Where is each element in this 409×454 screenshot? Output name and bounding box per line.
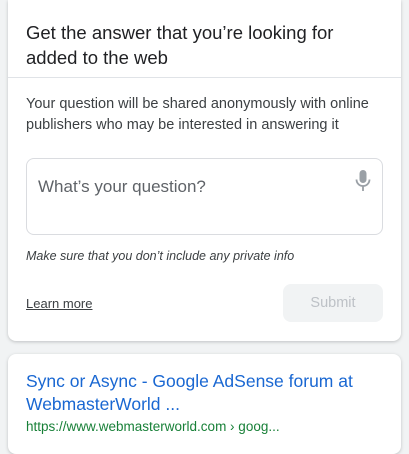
question-input[interactable] bbox=[27, 159, 382, 203]
submit-button[interactable]: Submit bbox=[283, 284, 383, 322]
ask-question-card: Get the answer that you’re looking for a… bbox=[8, 0, 401, 341]
card-actions: Learn more Submit bbox=[26, 284, 383, 322]
card-description: Your question will be shared anonymously… bbox=[26, 96, 369, 133]
search-result-card: Sync or Async - Google AdSense forum at … bbox=[8, 354, 401, 454]
card-body: Your question will be shared anonymously… bbox=[8, 78, 401, 322]
result-url: https://www.webmasterworld.com › goog... bbox=[26, 419, 280, 434]
microphone-icon[interactable] bbox=[354, 169, 372, 193]
learn-more-link[interactable]: Learn more bbox=[26, 296, 92, 311]
result-title-link[interactable]: Sync or Async - Google AdSense forum at … bbox=[26, 370, 383, 416]
private-info-hint: Make sure that you don’t include any pri… bbox=[26, 249, 295, 263]
question-input-box[interactable] bbox=[26, 158, 383, 235]
card-header: Get the answer that you’re looking for a… bbox=[8, 0, 401, 78]
